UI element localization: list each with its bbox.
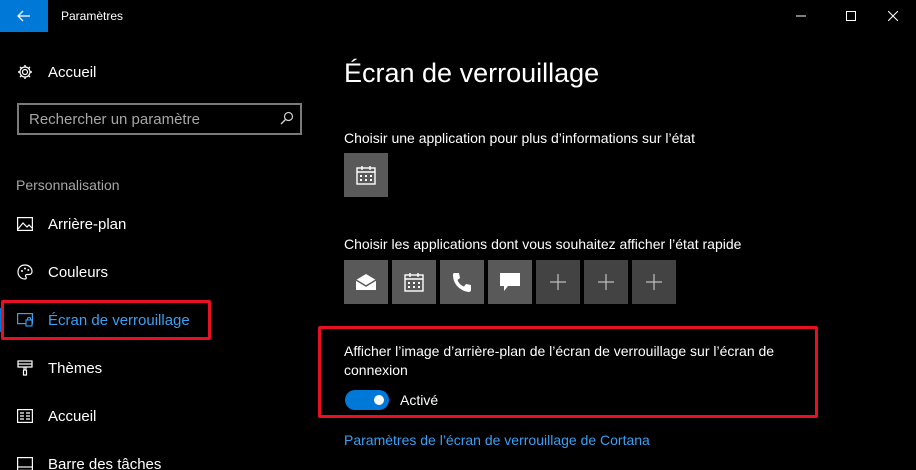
active-indicator [0,308,4,332]
quick-status-app-button[interactable] [392,260,436,304]
maximize-icon [846,11,856,21]
start-icon [16,407,34,425]
quick-status-app-button[interactable] [344,260,388,304]
sidebar-item-label: Écran de verrouillage [48,311,190,329]
add-quick-status-button[interactable] [632,260,676,304]
minimize-icon [796,15,806,17]
title-bar: Paramètres [0,0,916,32]
section-header: Personnalisation [16,177,120,193]
signin-background-label: Afficher l’image d’arrière-plan de l’écr… [344,343,775,378]
quick-status-app-button[interactable] [440,260,484,304]
close-button[interactable] [870,0,916,32]
toggle-knob [374,395,384,405]
search-box[interactable] [17,103,302,135]
search-icon[interactable] [280,111,294,130]
add-quick-status-button[interactable] [536,260,580,304]
quick-status-app-button[interactable] [488,260,532,304]
calendar-icon [404,273,424,292]
search-input[interactable] [19,105,269,133]
palette-icon [16,263,34,281]
maximize-button[interactable] [828,0,874,32]
sidebar-item-label: Arrière-plan [48,215,127,233]
sidebar-item-lock-screen[interactable]: Écran de verrouillage [0,300,318,340]
message-icon [500,273,520,291]
plus-icon [646,274,662,290]
plus-icon [598,274,614,290]
sidebar-item-label: Thèmes [48,359,103,377]
sidebar-item-label: Barre des tâches [48,455,162,470]
gear-icon [16,63,34,81]
page-title: Écran de verrouillage [344,58,600,88]
picture-icon [16,215,34,233]
sidebar-item-home-label: Accueil [48,63,97,81]
detailed-status-app-button[interactable] [344,153,388,197]
phone-icon [453,273,471,292]
quick-status-label: Choisir les applications dont vous souha… [344,236,742,252]
sidebar-item-label: Accueil [48,407,97,425]
detailed-status-label: Choisir une application pour plus d’info… [344,130,695,146]
sidebar-item-colors[interactable]: Couleurs [0,252,318,292]
window-title: Paramètres [61,9,124,23]
mail-icon [355,274,377,290]
add-quick-status-button[interactable] [584,260,628,304]
lock-screen-icon [16,311,34,329]
sidebar-item-start[interactable]: Accueil [0,396,318,436]
sidebar: Accueil Personnalisation Arrière-plan [0,32,318,470]
minimize-button[interactable] [778,0,824,32]
taskbar-icon [16,455,34,470]
back-button[interactable] [0,0,48,32]
brush-icon [16,359,34,377]
close-icon [888,11,898,21]
sidebar-item-taskbar[interactable]: Barre des tâches [0,444,318,470]
sidebar-item-home[interactable]: Accueil [0,52,318,92]
toggle-state-label: Activé [400,392,439,408]
signin-background-toggle[interactable] [345,390,389,410]
calendar-icon [356,166,376,185]
sidebar-item-label: Couleurs [48,263,109,281]
sidebar-item-background[interactable]: Arrière-plan [0,204,318,244]
cortana-lock-screen-settings-link[interactable]: Paramètres de l’écran de verrouillage de… [344,432,650,448]
plus-icon [550,274,566,290]
sidebar-item-themes[interactable]: Thèmes [0,348,318,388]
back-arrow-icon [17,10,30,22]
